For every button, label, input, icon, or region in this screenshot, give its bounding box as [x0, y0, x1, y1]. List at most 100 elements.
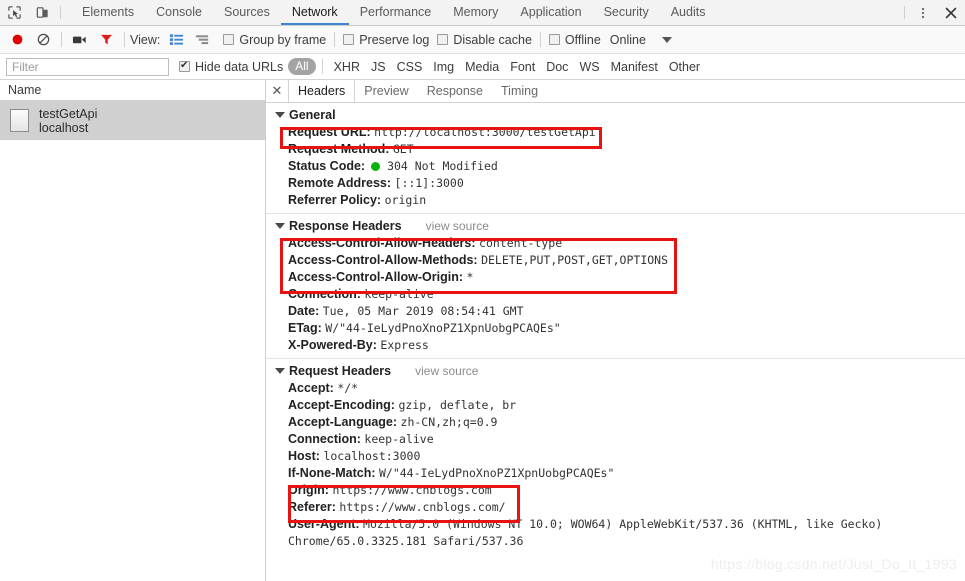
filter-type-ws[interactable]: WS — [579, 60, 599, 74]
preserve-log-checkbox[interactable]: Preserve log — [343, 33, 429, 47]
section-header-response[interactable]: Response Headers view source — [266, 217, 965, 235]
tab-console[interactable]: Console — [145, 0, 213, 25]
request-item-domain: localhost — [39, 120, 89, 135]
header-name: Date: — [288, 304, 320, 318]
filter-funnel-icon[interactable] — [93, 32, 119, 47]
header-value: localhost:3000 — [323, 449, 421, 463]
filter-type-all[interactable]: All — [288, 58, 316, 75]
filter-type-font[interactable]: Font — [510, 60, 535, 74]
filter-type-media[interactable]: Media — [465, 60, 499, 74]
header-value: https://www.cnblogs.com — [332, 483, 492, 497]
header-value: GET — [392, 142, 414, 156]
header-row: Accept-Encoding: gzip, deflate, br — [266, 397, 965, 414]
header-row: Connection: keep-alive — [266, 286, 965, 303]
controls-divider-2 — [124, 32, 125, 47]
toolbar-divider-right — [904, 6, 905, 19]
camera-icon[interactable] — [67, 32, 93, 47]
request-list-item[interactable]: testGetApi localhost — [0, 101, 265, 140]
tab-performance[interactable]: Performance — [349, 0, 443, 25]
group-by-frame-label: Group by frame — [239, 32, 327, 47]
chevron-down-icon[interactable] — [275, 368, 285, 374]
filter-divider — [321, 59, 323, 74]
header-row: Referer: https://www.cnblogs.com/ — [266, 499, 965, 516]
tab-sources[interactable]: Sources — [213, 0, 281, 25]
network-controls-toolbar: View: Group by frame Preserve log Disabl… — [0, 26, 965, 54]
checkbox-box — [437, 34, 449, 45]
close-icon[interactable] — [937, 0, 965, 25]
tab-application[interactable]: Application — [509, 0, 592, 25]
tab-network[interactable]: Network — [280, 0, 349, 25]
tab-audits[interactable]: Audits — [660, 0, 717, 25]
column-header-name: Name — [8, 83, 42, 97]
clear-icon[interactable] — [30, 32, 56, 47]
tab-preview[interactable]: Preview — [355, 80, 417, 102]
filter-type-manifest[interactable]: Manifest — [611, 60, 658, 74]
chevron-down-icon[interactable] — [275, 223, 285, 229]
checkbox-box — [223, 34, 235, 45]
tab-response[interactable]: Response — [418, 80, 492, 102]
filter-input[interactable] — [6, 57, 169, 76]
close-detail-icon[interactable]: ✕ — [266, 80, 288, 102]
header-value: origin — [384, 193, 427, 207]
tab-memory[interactable]: Memory — [442, 0, 509, 25]
header-value: keep-alive — [364, 432, 434, 446]
view-label: View: — [130, 32, 161, 47]
hide-data-urls-label: Hide data URLs — [195, 59, 284, 74]
section-title: General — [289, 108, 336, 122]
kebab-menu-icon[interactable] — [909, 0, 937, 25]
section-header-general[interactable]: General — [266, 106, 965, 124]
checkbox-box — [179, 59, 190, 72]
header-name: Access-Control-Allow-Methods: — [288, 253, 478, 267]
checkbox-box — [343, 34, 355, 45]
header-row: Accept: */* — [266, 380, 965, 397]
request-item-text: testGetApi localhost — [39, 107, 97, 135]
controls-divider-3 — [334, 32, 336, 47]
header-row: X-Powered-By: Express — [266, 337, 965, 354]
inspect-cursor-icon[interactable] — [0, 0, 28, 25]
filter-type-doc[interactable]: Doc — [546, 60, 568, 74]
header-value: Mozilla/5.0 (Windows NT 10.0; WOW64) App… — [288, 517, 883, 548]
filter-type-js[interactable]: JS — [371, 60, 386, 74]
device-toolbar-icon[interactable] — [28, 0, 56, 25]
header-name: Access-Control-Allow-Headers: — [288, 236, 476, 250]
filter-type-img[interactable]: Img — [433, 60, 454, 74]
header-value[interactable]: http://localhost:3000/testGetApi — [374, 125, 596, 139]
offline-checkbox[interactable]: Offline — [548, 33, 601, 47]
header-value: */* — [337, 381, 359, 395]
filter-type-other[interactable]: Other — [669, 60, 700, 74]
request-list-panel: Name testGetApi localhost — [0, 80, 266, 581]
throttling-value[interactable]: Online — [610, 33, 646, 47]
header-row: Connection: keep-alive — [266, 431, 965, 448]
controls-divider-1 — [61, 32, 62, 47]
tab-security[interactable]: Security — [593, 0, 660, 25]
view-source-link[interactable]: view source — [426, 219, 489, 233]
status-dot-icon — [370, 162, 380, 171]
group-by-frame-checkbox[interactable]: Group by frame — [223, 33, 326, 47]
filter-toolbar: Hide data URLs All XHR JS CSS Img Media … — [0, 54, 965, 80]
devtools-tabbar: Elements Console Sources Network Perform… — [0, 0, 965, 26]
view-waterfall-icon[interactable] — [189, 33, 215, 46]
view-list-icon[interactable] — [163, 33, 189, 46]
hide-data-urls-checkbox[interactable]: Hide data URLs — [179, 59, 284, 74]
tab-timing[interactable]: Timing — [492, 80, 547, 102]
header-value: gzip, deflate, br — [398, 398, 517, 412]
tab-elements[interactable]: Elements — [71, 0, 145, 25]
view-source-link[interactable]: view source — [415, 364, 478, 378]
tab-headers[interactable]: Headers — [288, 80, 356, 102]
header-row: Remote Address: [::1]:3000 — [266, 175, 965, 192]
filter-type-xhr[interactable]: XHR — [334, 60, 360, 74]
header-name: Accept: — [288, 381, 334, 395]
request-detail-panel: ✕ Headers Preview Response Timing Genera… — [266, 80, 965, 581]
section-header-request[interactable]: Request Headers view source — [266, 362, 965, 380]
record-icon[interactable] — [4, 32, 30, 47]
header-value: https://www.cnblogs.com/ — [339, 500, 506, 514]
section-title: Request Headers — [289, 364, 392, 378]
filter-type-css[interactable]: CSS — [397, 60, 423, 74]
header-value: W/"44-IeLydPnoXnoPZ1XpnUobgPCAQEs" — [378, 466, 615, 480]
disable-cache-checkbox[interactable]: Disable cache — [437, 33, 532, 47]
chevron-down-icon[interactable] — [275, 112, 285, 118]
header-name: Referrer Policy: — [288, 193, 382, 207]
header-name: ETag: — [288, 321, 322, 335]
header-name: X-Powered-By: — [288, 338, 377, 352]
chevron-down-icon[interactable] — [661, 36, 672, 43]
